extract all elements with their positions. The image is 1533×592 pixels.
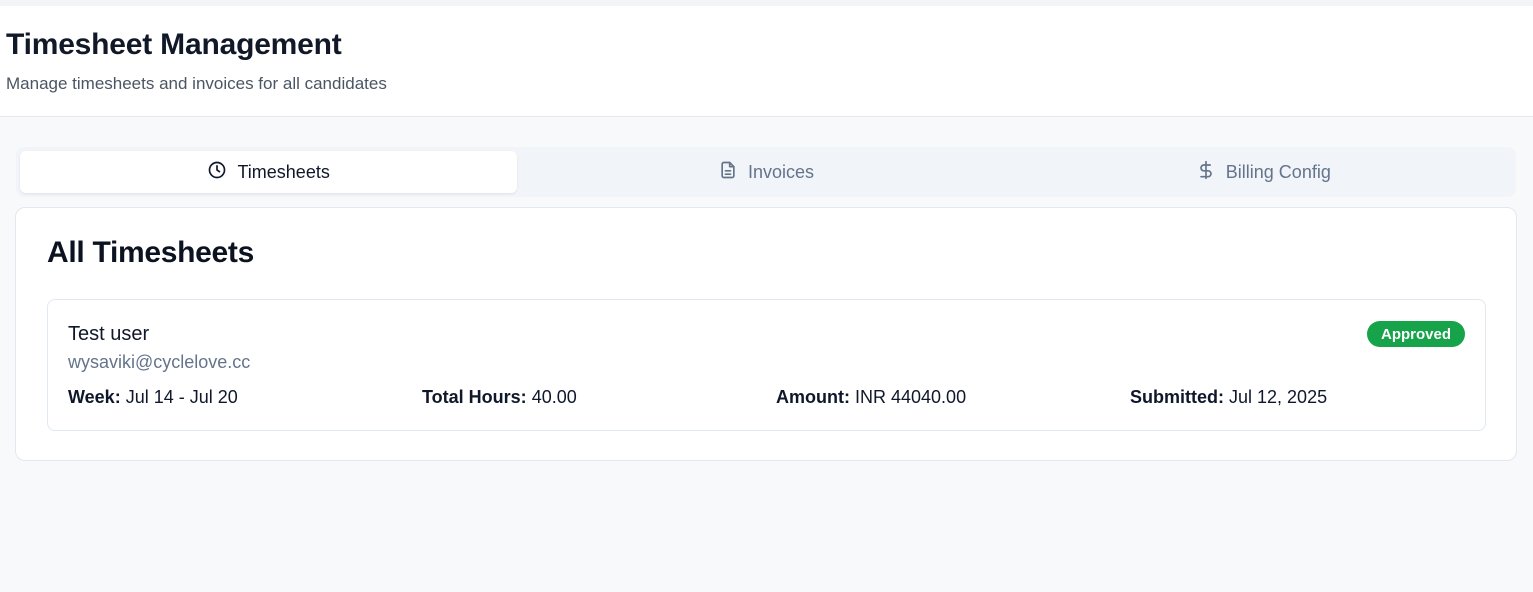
tab-timesheets[interactable]: Timesheets (20, 151, 518, 193)
total-hours-label: Total Hours: (422, 387, 527, 407)
week-label: Week: (68, 387, 121, 407)
tab-label: Timesheets (237, 161, 330, 182)
candidate-name: Test user (68, 323, 150, 345)
page-subtitle: Manage timesheets and invoices for all c… (6, 74, 387, 93)
section-title: All Timesheets (47, 236, 255, 269)
total-hours-value: 40.00 (531, 387, 577, 407)
week-field: Week: Jul 14 - Jul 20 (68, 387, 238, 408)
timesheet-entry[interactable]: Test user wysaviki@cyclelove.cc Approved… (47, 299, 1486, 431)
clock-icon (207, 160, 227, 185)
week-value: Jul 14 - Jul 20 (125, 387, 238, 407)
tab-billing-config[interactable]: Billing Config (1015, 151, 1512, 193)
timesheets-card: All Timesheets Test user wysaviki@cyclel… (15, 207, 1517, 461)
timesheet-details: Week: Jul 14 - Jul 20 Total Hours: 40.00… (68, 387, 1484, 411)
submitted-label: Submitted: (1130, 387, 1224, 407)
submitted-value: Jul 12, 2025 (1229, 387, 1328, 407)
candidate-email: wysaviki@cyclelove.cc (68, 352, 251, 372)
total-hours-field: Total Hours: 40.00 (422, 387, 577, 408)
page-title: Timesheet Management (6, 28, 342, 61)
document-icon (718, 160, 738, 185)
amount-field: Amount: INR 44040.00 (776, 387, 966, 408)
status-badge: Approved (1366, 321, 1465, 347)
dollar-icon (1196, 160, 1216, 185)
amount-value: INR 44040.00 (855, 387, 967, 407)
submitted-field: Submitted: Jul 12, 2025 (1130, 387, 1327, 408)
tab-bar: Timesheets Invoices Billing Config (16, 147, 1516, 197)
tab-label: Invoices (747, 161, 815, 182)
page-header: Timesheet Management Manage timesheets a… (0, 6, 1533, 117)
tab-invoices[interactable]: Invoices (517, 151, 1014, 193)
amount-label: Amount: (776, 387, 850, 407)
tab-label: Billing Config (1225, 161, 1331, 182)
